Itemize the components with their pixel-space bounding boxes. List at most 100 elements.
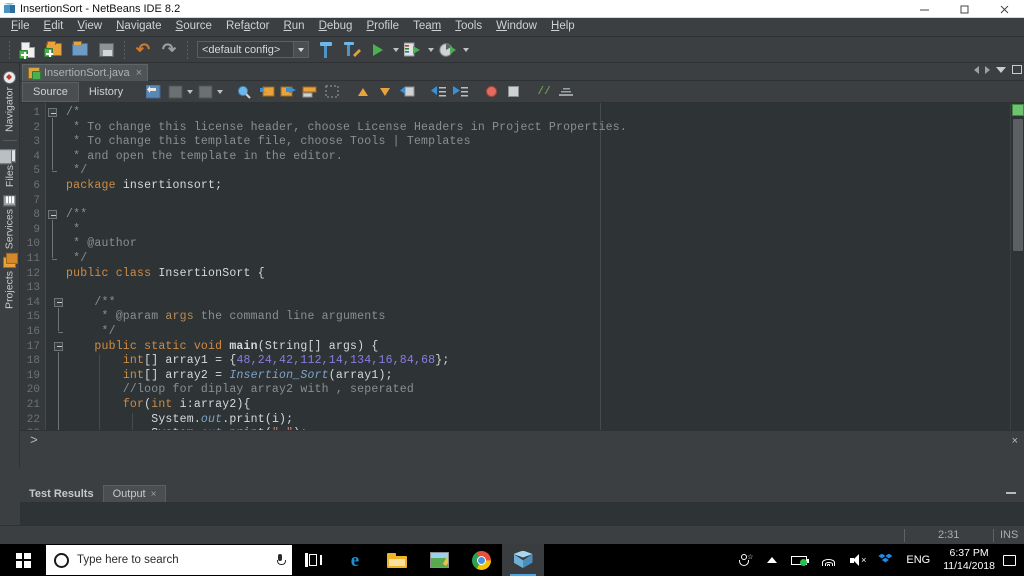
maximize-button[interactable]: [944, 0, 984, 18]
code-line[interactable]: *: [66, 223, 80, 238]
code-line[interactable]: for(int i:array2){: [66, 398, 251, 413]
run-project-button[interactable]: [365, 38, 391, 62]
menu-navigate[interactable]: Navigate: [109, 18, 168, 36]
task-view-button[interactable]: [292, 544, 334, 576]
tab-output[interactable]: Output ×: [102, 485, 167, 502]
format-button[interactable]: [555, 82, 577, 102]
microsoft-edge-button[interactable]: e: [334, 544, 376, 576]
run-dropdown-icon[interactable]: [391, 38, 400, 62]
debug-project-button[interactable]: [400, 38, 426, 62]
editor-tab-insertionsort-java[interactable]: InsertionSort.java ×: [22, 64, 149, 81]
tab-list-dropdown-icon[interactable]: [996, 66, 1006, 73]
sidebar-item-projects[interactable]: Projects: [3, 255, 16, 311]
minimize-button[interactable]: [904, 0, 944, 18]
editor-tab-close-icon[interactable]: ×: [136, 67, 142, 79]
open-project-button[interactable]: [67, 38, 93, 62]
editor-status-close-icon[interactable]: ×: [1012, 435, 1018, 447]
code-line[interactable]: * @author: [66, 237, 137, 252]
menu-refactor[interactable]: Refactor: [219, 18, 276, 36]
code-line[interactable]: //loop for diplay array2 with , seperate…: [66, 383, 414, 398]
project-config-select[interactable]: <default config>: [197, 41, 309, 58]
new-file-button[interactable]: [15, 38, 41, 62]
netbeans-button[interactable]: [502, 544, 544, 576]
paint-button[interactable]: [418, 544, 460, 576]
menu-help[interactable]: Help: [544, 18, 582, 36]
clean-build-button[interactable]: [339, 38, 365, 62]
tab-test-results[interactable]: Test Results: [20, 485, 103, 502]
battery-button[interactable]: [784, 544, 814, 576]
code-line[interactable]: /**: [66, 208, 87, 223]
find-selection-button[interactable]: [233, 82, 255, 102]
menu-source[interactable]: Source: [169, 18, 219, 36]
code-line[interactable]: int[] array1 = {48,24,42,112,14,134,16,8…: [66, 354, 450, 369]
profile-project-button[interactable]: [435, 38, 461, 62]
file-explorer-button[interactable]: [376, 544, 418, 576]
back-dropdown-icon[interactable]: [186, 82, 194, 102]
profile-dropdown-icon[interactable]: [461, 38, 470, 62]
taskbar-search-box[interactable]: Type here to search: [46, 545, 292, 575]
start-macro-recording-button[interactable]: [480, 82, 502, 102]
code-line[interactable]: */: [66, 164, 87, 179]
save-all-button[interactable]: [93, 38, 119, 62]
microphone-icon[interactable]: [276, 554, 286, 566]
editor-vertical-scrollbar[interactable]: [1010, 103, 1024, 430]
previous-bookmark-button[interactable]: [255, 82, 277, 102]
next-error-button[interactable]: [374, 82, 396, 102]
code-fold-toggle[interactable]: [48, 210, 57, 220]
menu-edit[interactable]: Edit: [37, 18, 71, 36]
back-button[interactable]: [164, 82, 186, 102]
forward-dropdown-icon[interactable]: [216, 82, 224, 102]
menu-view[interactable]: View: [70, 18, 109, 36]
output-minimize-icon[interactable]: [1006, 492, 1016, 494]
output-tab-close-icon[interactable]: ×: [151, 489, 157, 500]
chevron-down-icon[interactable]: [293, 42, 308, 57]
language-indicator[interactable]: ENG: [899, 544, 937, 576]
debug-dropdown-icon[interactable]: [426, 38, 435, 62]
menu-window[interactable]: Window: [489, 18, 544, 36]
sidebar-item-navigator[interactable]: Navigator: [3, 69, 16, 134]
code-line[interactable]: /**: [66, 296, 116, 311]
menu-team[interactable]: Team: [406, 18, 448, 36]
shift-right-button[interactable]: [449, 82, 471, 102]
toggle-rectangular-selection-button[interactable]: [321, 82, 343, 102]
menu-debug[interactable]: Debug: [312, 18, 360, 36]
build-project-button[interactable]: [313, 38, 339, 62]
undo-button[interactable]: ↶: [130, 38, 156, 62]
action-center-button[interactable]: [1003, 554, 1016, 566]
menu-tools[interactable]: Tools: [448, 18, 489, 36]
scrollbar-thumb[interactable]: [1013, 119, 1023, 251]
scroll-tabs-left-icon[interactable]: [974, 65, 979, 74]
code-fold-toggle[interactable]: [54, 297, 63, 307]
output-console-body[interactable]: [20, 503, 1024, 525]
code-line[interactable]: public static void main(String[] args) {: [66, 340, 378, 355]
code-line[interactable]: */: [66, 325, 116, 340]
sidebar-item-files[interactable]: Files: [3, 147, 16, 189]
forward-button[interactable]: [194, 82, 216, 102]
redo-button[interactable]: ↷: [156, 38, 182, 62]
dropbox-button[interactable]: [871, 544, 899, 576]
menu-profile[interactable]: Profile: [359, 18, 406, 36]
show-hidden-icons-button[interactable]: [760, 544, 784, 576]
code-line[interactable]: /*: [66, 106, 80, 121]
toggle-bookmark-button[interactable]: [299, 82, 321, 102]
new-project-button[interactable]: [41, 38, 67, 62]
sidebar-item-services[interactable]: Services: [3, 193, 16, 251]
code-line[interactable]: System.out.print(i);: [66, 413, 293, 428]
scroll-tabs-right-icon[interactable]: [985, 65, 990, 74]
shift-left-button[interactable]: [427, 82, 449, 102]
code-text-area[interactable]: /* * To change this license header, choo…: [66, 103, 1004, 430]
menu-run[interactable]: Run: [276, 18, 311, 36]
start-button[interactable]: [0, 544, 46, 576]
stop-macro-recording-button[interactable]: [502, 82, 524, 102]
code-line[interactable]: package insertionsort;: [66, 179, 222, 194]
volume-button[interactable]: ×: [843, 544, 871, 576]
maximize-editor-icon[interactable]: [1012, 65, 1022, 74]
code-fold-toggle[interactable]: [54, 341, 63, 351]
toggle-comment-button[interactable]: //: [533, 82, 555, 102]
previous-error-button[interactable]: [352, 82, 374, 102]
last-edit-button[interactable]: [142, 82, 164, 102]
code-line[interactable]: * To change this license header, choose …: [66, 121, 627, 136]
menu-file[interactable]: File: [4, 18, 37, 36]
network-button[interactable]: [814, 544, 843, 576]
code-line[interactable]: */: [66, 252, 87, 267]
